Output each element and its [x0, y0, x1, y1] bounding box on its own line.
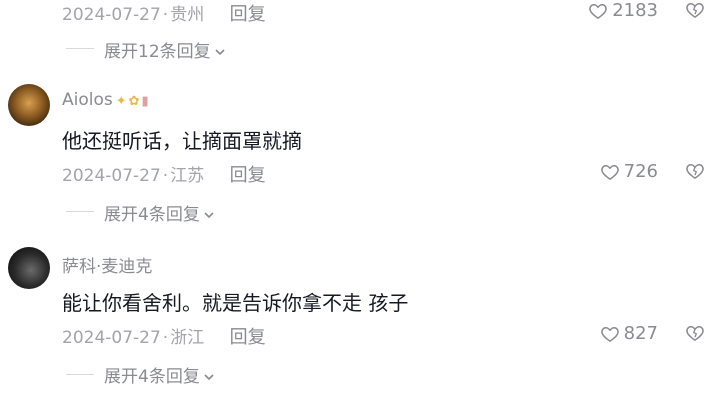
comment-text: 他还挺听话，让摘面罩就摘: [62, 129, 302, 153]
comment-location: 贵州: [170, 5, 205, 25]
comment-location: 江苏: [170, 166, 205, 186]
username[interactable]: 萨科·麦迪克: [62, 252, 152, 277]
expand-label: 展开4条回复: [104, 205, 200, 225]
broken-heart-icon: [686, 326, 704, 341]
popcorn-bucket-icon: ▮: [141, 94, 149, 109]
expand-label: 展开4条回复: [104, 367, 200, 387]
comment-meta: 2024-07-27 · 江苏 回复: [62, 165, 266, 186]
like-count: 2183: [612, 0, 658, 21]
comment-meta: 2024-07-27 · 贵州 回复: [62, 4, 266, 25]
like-button[interactable]: 2183: [588, 0, 658, 21]
like-button[interactable]: 726: [600, 161, 658, 182]
dislike-button[interactable]: [684, 323, 706, 347]
like-count: 827: [623, 323, 658, 344]
comment-location: 浙江: [170, 328, 205, 348]
expand-replies-button[interactable]: 展开12条回复: [104, 37, 227, 62]
reply-button[interactable]: 回复: [230, 327, 266, 348]
dislike-button[interactable]: [684, 161, 706, 185]
expand-replies-button[interactable]: 展开4条回复: [104, 200, 216, 225]
heart-icon: [589, 3, 607, 19]
expand-label: 展开12条回复: [104, 42, 211, 62]
username[interactable]: Aiolos ✦ ✿ ▮: [62, 90, 151, 110]
like-button[interactable]: 827: [600, 323, 658, 344]
star-icon: ✦: [115, 94, 127, 109]
reply-button[interactable]: 回复: [230, 165, 266, 186]
comment-date: 2024-07-27: [62, 328, 161, 348]
like-count: 726: [623, 161, 658, 182]
expand-replies-button[interactable]: 展开4条回复: [104, 362, 216, 387]
chevron-down-icon: [204, 374, 214, 381]
comment-date: 2024-07-27: [62, 166, 161, 186]
heart-icon: [600, 164, 619, 180]
expand-divider: [66, 48, 94, 49]
avatar[interactable]: [8, 247, 50, 289]
broken-heart-icon: [686, 3, 704, 18]
user-badges: ✦ ✿ ▮: [116, 90, 151, 110]
expand-divider: [66, 374, 94, 375]
reply-button[interactable]: 回复: [230, 4, 266, 25]
chevron-down-icon: [204, 212, 214, 219]
expand-divider: [66, 211, 94, 212]
comment-date: 2024-07-27: [62, 5, 161, 25]
avatar[interactable]: [8, 84, 50, 126]
chevron-down-icon: [215, 49, 225, 56]
broken-heart-icon: [686, 164, 704, 179]
dislike-button[interactable]: [684, 0, 706, 24]
comment-text: 能让你看舍利。就是告诉你拿不走 孩子: [62, 291, 409, 315]
heart-icon: [600, 326, 619, 342]
comment-meta: 2024-07-27 · 浙江 回复: [62, 327, 266, 348]
popcorn-icon: ✿: [128, 94, 140, 109]
